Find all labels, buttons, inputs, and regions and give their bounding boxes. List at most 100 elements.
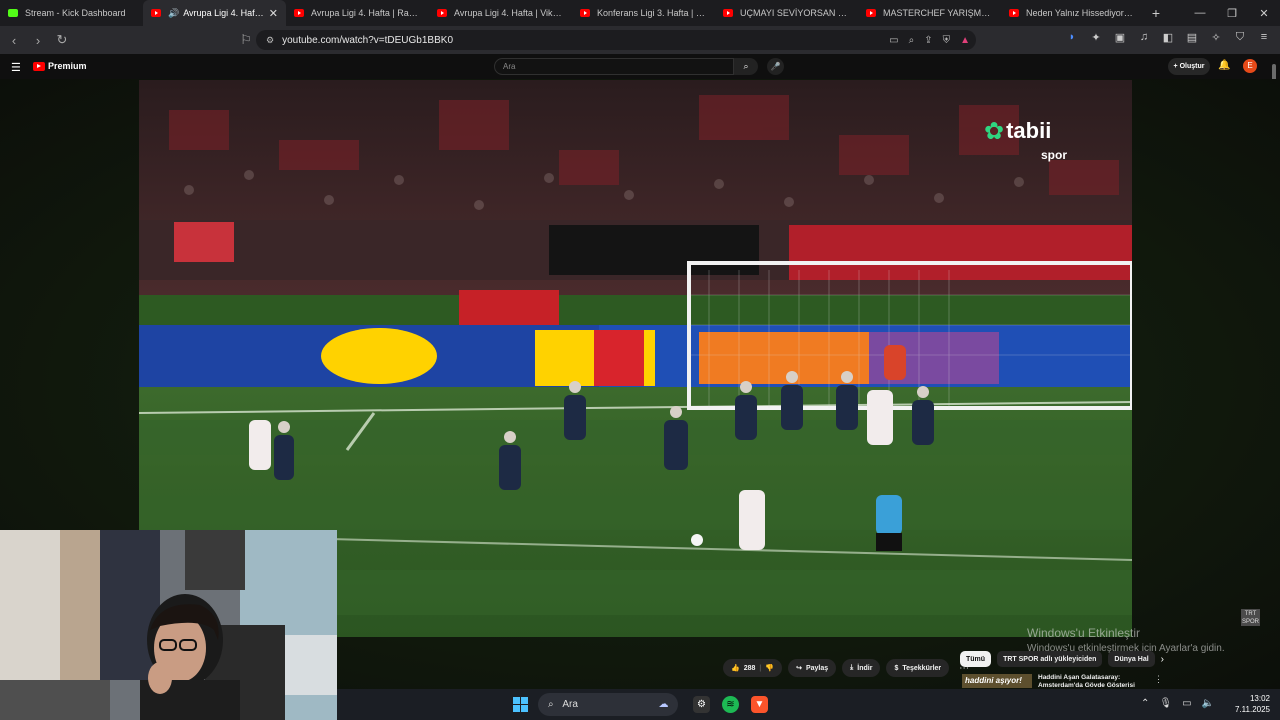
browser-tab[interactable]: Neden Yalnız Hissediyorsunuz [1001,0,1144,26]
speaker-icon[interactable]: 🔊 [168,8,179,19]
webcam-frame [0,530,337,720]
create-button[interactable]: + Oluştur [1168,58,1210,75]
vpn-icon[interactable]: ⛉ [1232,31,1248,44]
tab-title: Neden Yalnız Hissediyorsunuz [1026,8,1136,18]
download-button[interactable]: ⤓ İndir [842,659,881,677]
broadcaster-watermark: ✿ tabii spor [984,118,1067,163]
bookmark-icon[interactable]: ⚐ [236,32,256,48]
video-title[interactable]: Haddini Aşan Galatasaray: Amsterdam'da G… [1038,674,1148,690]
tabii-logo-icon: ✿ [984,118,1005,145]
new-tab-button[interactable]: + [1144,5,1168,21]
tab-title: Konferans Ligi 3. Hafta | Samsu [597,8,707,18]
extensions-bar: ◗ ✦ ▣ ♫ ◧ ▤ ✧ ⛉ ≡ [1064,31,1272,44]
recommendation-chips: Tümü TRT SPOR adlı yükleyiciden Dünya Ha… [960,651,1164,667]
channel-badge[interactable]: TRT SPOR [1241,609,1260,626]
youtube-icon [1009,9,1019,17]
cast-icon[interactable]: ▭ [889,35,898,46]
display-icon[interactable]: ▭ [1182,698,1191,709]
wallet-icon[interactable]: ▤ [1184,31,1200,44]
site-info-icon[interactable]: ⚙ [266,35,274,46]
taskbar-search-label: Ara [562,699,578,710]
zoom-icon[interactable]: ⌕ [909,35,915,46]
browser-tab-strip: Stream - Kick Dashboard 🔊 Avrupa Ligi 4.… [0,0,1280,26]
extensions-icon[interactable]: ✦ [1088,31,1104,44]
avatar[interactable]: E [1243,59,1257,73]
reload-icon[interactable]: ↻ [52,32,72,48]
activation-title: Windows'u Etkinleştir [1027,626,1140,640]
forward-icon[interactable]: › [28,33,48,48]
minimize-icon[interactable]: — [1184,0,1216,26]
video-thumbnail[interactable]: haddini aşıyor! [962,674,1032,688]
thanks-icon: $ [894,664,899,672]
screenshot-icon[interactable]: ▣ [1112,31,1128,44]
thumbs-down-icon[interactable]: 👎 [765,664,774,672]
youtube-logo[interactable]: Premium [33,61,87,71]
browser-tab[interactable]: Avrupa Ligi 4. Hafta | Viktoria P [429,0,572,26]
start-logo-tile [521,697,528,704]
browser-tab[interactable]: MASTERCHEF YARIŞMACILARI [858,0,1001,26]
translate-icon[interactable]: ◗ [1064,31,1080,44]
youtube-icon [580,9,590,17]
address-bar[interactable]: ⚙ youtube.com/watch?v=tDEUGb1BBK0 ▭ ⌕ ⇪ … [256,30,976,50]
chip-uploader[interactable]: TRT SPOR adlı yükleyiciden [997,651,1103,667]
youtube-icon [33,61,45,71]
share-icon[interactable]: ⇪ [924,35,932,46]
notifications-bell-icon[interactable]: 🔔 [1218,60,1230,71]
browser-tab-active[interactable]: 🔊 Avrupa Ligi 4. Hafta | St ✕ [143,0,286,26]
brave-icon[interactable]: ▼ [751,696,768,713]
browser-tab[interactable]: Stream - Kick Dashboard [0,0,143,26]
tab-title: Avrupa Ligi 4. Hafta | Viktoria P [454,8,564,18]
window-controls: — ❐ ✕ [1184,0,1280,26]
shield-icon[interactable]: ⛨ [943,35,951,46]
spotify-icon[interactable]: ≋ [722,696,739,713]
sidebar-icon[interactable]: ◧ [1160,31,1176,44]
create-label: Oluştur [1179,63,1205,70]
clock-date: 7.11.2025 [1235,705,1270,714]
windows-start-button[interactable] [513,697,528,712]
start-logo-tile [513,705,520,712]
browser-tab[interactable]: UÇMAYI SEVİYORSAN DÜŞME [715,0,858,26]
tab-title: Avrupa Ligi 4. Hafta | St [183,8,265,18]
voice-search-button[interactable]: 🎤 [767,58,784,75]
chevron-up-icon[interactable]: ⌃ [1141,698,1149,709]
chip-all[interactable]: Tümü [960,651,992,667]
back-icon[interactable]: ‹ [4,33,24,48]
kick-icon [8,9,18,17]
tab-title: Stream - Kick Dashboard [25,8,126,18]
leo-icon[interactable]: ✧ [1208,31,1224,44]
close-window-icon[interactable]: ✕ [1248,0,1280,26]
media-icon[interactable]: ♫ [1136,31,1152,44]
volume-icon[interactable]: 🔈 [1202,698,1214,709]
more-options-icon[interactable]: ⋮ [1154,674,1163,690]
browser-tab[interactable]: Avrupa Ligi 4. Hafta | Rangers - [286,0,429,26]
browser-tab[interactable]: Konferans Ligi 3. Hafta | Samsu [572,0,715,26]
thanks-button[interactable]: $ Teşekkürler [886,659,950,677]
watermark-brand: tabii [1006,118,1052,143]
close-tab-icon[interactable]: ✕ [269,7,278,20]
tab-title: UÇMAYI SEVİYORSAN DÜŞME [740,8,850,18]
maximize-icon[interactable]: ❐ [1216,0,1248,26]
system-tray: ⌃ 🎙 ▭ 🔈 [1141,698,1214,709]
share-button[interactable]: ↪ Paylaş [788,659,837,677]
steam-icon[interactable]: ⚙ [693,696,710,713]
browser-toolbar: ‹ › ↻ ⚐ ⚙ youtube.com/watch?v=tDEUGb1BBK… [0,26,1280,54]
hamburger-menu-icon[interactable]: ☰ [11,61,21,74]
thumbs-up-icon: 👍 [731,665,740,672]
search-button[interactable]: ⌕ [734,58,758,75]
chevron-right-icon[interactable]: › [1161,654,1164,665]
windows-taskbar: ⌕ Ara ☁ ⚙ ≋ ▼ ⌃ 🎙 ▭ 🔈 13:02 7.11.2025 [337,689,1280,720]
rewards-icon[interactable]: ▲ [960,35,970,46]
browser-menu-icon[interactable]: ≡ [1256,31,1272,44]
youtube-icon [866,9,876,17]
url-text: youtube.com/watch?v=tDEUGb1BBK0 [282,34,454,46]
microphone-icon[interactable]: 🎙 [1159,698,1172,709]
like-count: 288 [743,664,756,672]
taskbar-clock[interactable]: 13:02 7.11.2025 [1235,693,1270,715]
like-button[interactable]: 👍 288 | 👎 [723,659,783,677]
windows-activation-notice: Windows'u Etkinleştir Windows'u etkinleş… [1027,626,1225,654]
search-input[interactable]: Ara [494,58,734,75]
microphone-icon: 🎤 [770,62,781,71]
divider: | [759,664,762,672]
recommended-video[interactable]: haddini aşıyor! Haddini Aşan Galatasaray… [962,674,1163,690]
chip-world[interactable]: Dünya Hal [1108,651,1155,667]
